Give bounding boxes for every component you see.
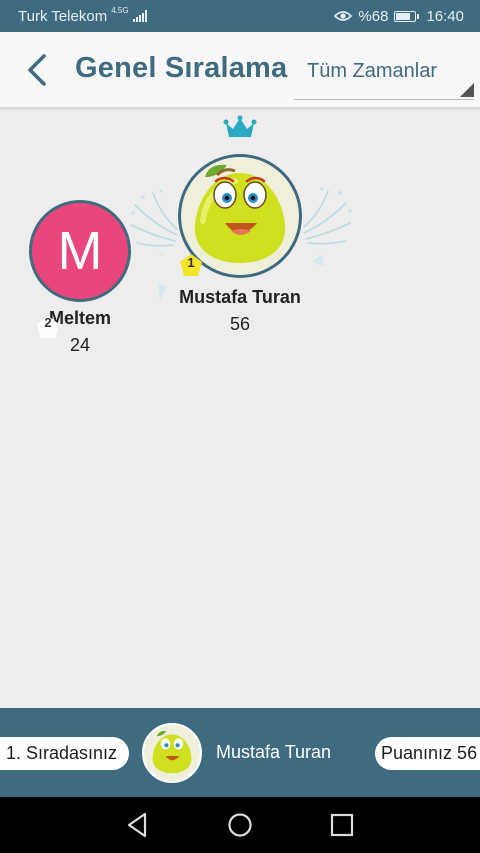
podium-first-place[interactable]: 1 Mustafa Turan 56 xyxy=(165,115,315,335)
recents-square-icon xyxy=(330,813,354,837)
status-left: Turk Telekom 4.5G xyxy=(18,6,147,25)
nav-home-button[interactable] xyxy=(225,810,255,840)
pear-character-icon xyxy=(144,725,200,781)
signal-icon xyxy=(132,10,147,22)
nav-recents-button[interactable] xyxy=(327,810,357,840)
nav-back-button[interactable] xyxy=(123,810,153,840)
my-rank-pill: 1. Sıradasınız xyxy=(0,737,129,770)
eye-icon xyxy=(334,11,353,21)
battery-percent: %68 xyxy=(358,7,389,25)
carrier-label: Turk Telekom xyxy=(18,7,108,25)
system-nav-bar xyxy=(0,797,480,853)
home-circle-icon xyxy=(228,813,252,837)
my-score-pill: Puanınız 56 xyxy=(375,737,480,770)
app-header: Genel Sıralama Tüm Zamanlar xyxy=(0,32,480,108)
avatar: 1 xyxy=(175,151,305,281)
battery-icon xyxy=(394,10,420,22)
page-title: Genel Sıralama xyxy=(75,52,288,84)
podium-second-place[interactable]: M 2 Meltem 24 xyxy=(20,200,140,356)
dropdown-arrow-icon xyxy=(460,83,474,97)
rank-number: 1 xyxy=(187,255,195,270)
period-selected-label: Tüm Zamanlar xyxy=(307,60,438,82)
network-type-label: 4.5G xyxy=(111,6,129,15)
player-name: Mustafa Turan xyxy=(179,287,301,307)
rank-badge-second: 2 xyxy=(36,273,60,338)
period-dropdown[interactable]: Tüm Zamanlar xyxy=(294,52,474,100)
avatar: M 2 xyxy=(29,200,131,338)
clock: 16:40 xyxy=(426,7,464,25)
my-name: Mustafa Turan xyxy=(216,742,332,762)
my-avatar xyxy=(142,723,202,783)
back-triangle-icon xyxy=(127,812,147,838)
rank-number: 2 xyxy=(44,315,52,330)
rank-badge-first: 1 xyxy=(179,253,203,277)
player-score: 56 xyxy=(229,314,251,334)
status-bar: Turk Telekom 4.5G %68 16:40 xyxy=(0,0,480,32)
status-right: %68 16:40 xyxy=(334,8,464,25)
my-rank-bar: 1. Sıradasınız Mustafa Turan Puanınız 56 xyxy=(0,708,480,797)
back-button[interactable] xyxy=(20,50,56,90)
avatar-letter: M xyxy=(57,221,103,281)
crown-icon xyxy=(223,115,257,137)
chevron-left-icon xyxy=(28,54,46,86)
